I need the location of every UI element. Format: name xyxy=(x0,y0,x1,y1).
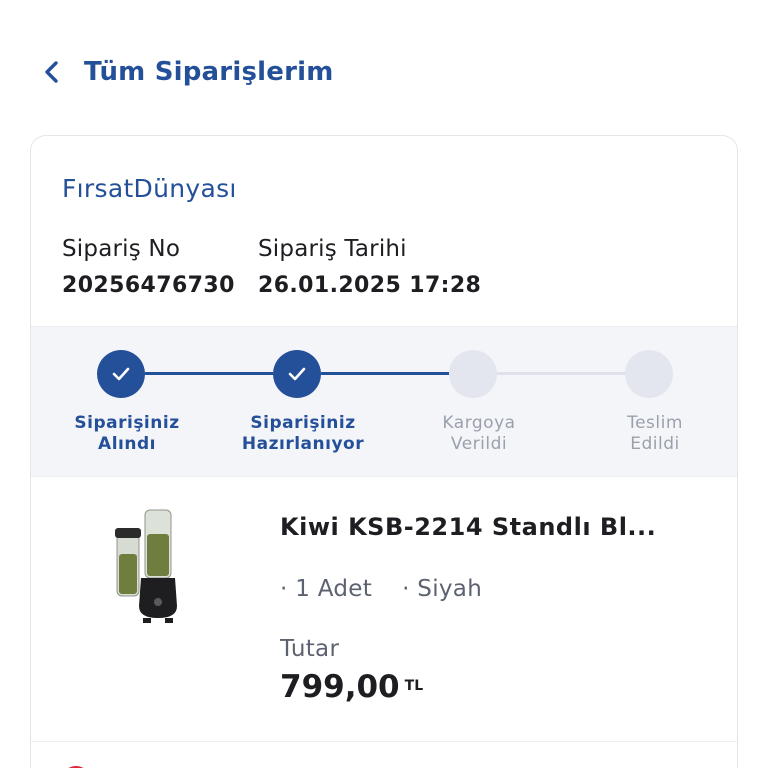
order-number-value: 20256476730 xyxy=(62,273,235,298)
step-preparing-check xyxy=(273,350,321,398)
chevron-left-icon[interactable] xyxy=(40,60,64,84)
order-number: Sipariş No 20256476730 xyxy=(62,236,235,298)
price-currency: TL xyxy=(404,678,424,694)
order-progress-tracker: Siparişiniz Alındı Siparişiniz Hazırlanı… xyxy=(31,326,737,477)
step-received-check xyxy=(97,350,145,398)
step-label-received: Siparişiniz Alındı xyxy=(74,413,180,454)
product-color: · Siyah xyxy=(402,576,483,602)
seller-name[interactable]: FırsatDünyası xyxy=(62,174,237,203)
step-shipped-circle xyxy=(449,350,497,398)
product-attributes: · 1 Adet · Siyah xyxy=(280,576,482,602)
check-icon xyxy=(288,367,306,381)
total-label: Tutar xyxy=(280,636,340,662)
check-icon xyxy=(112,367,130,381)
order-card[interactable]: FırsatDünyası Sipariş No 20256476730 Sip… xyxy=(30,135,738,768)
progress-line-pending xyxy=(497,372,625,375)
divider xyxy=(31,741,737,742)
step-label-preparing: Siparişiniz Hazırlanıyor xyxy=(241,413,365,454)
header: Tüm Siparişlerim xyxy=(40,50,334,94)
step-label-delivered: Teslim Edildi xyxy=(627,413,683,454)
order-date: Sipariş Tarihi 26.01.2025 17:28 xyxy=(258,236,481,298)
product-title[interactable]: Kiwi KSB-2214 Standlı Bl... xyxy=(280,513,656,541)
page-title: Tüm Siparişlerim xyxy=(84,57,334,87)
step-delivered-circle xyxy=(625,350,673,398)
step-label-shipped: Kargoya Verildi xyxy=(442,413,516,454)
product-quantity: · 1 Adet xyxy=(280,576,373,602)
order-date-value: 26.01.2025 17:28 xyxy=(258,273,482,298)
price-value: 799,00 xyxy=(280,669,400,705)
order-date-label: Sipariş Tarihi xyxy=(258,236,407,262)
progress-line-done xyxy=(321,372,449,375)
product-image[interactable] xyxy=(105,506,195,626)
progress-line-done xyxy=(145,372,273,375)
order-number-label: Sipariş No xyxy=(62,236,181,262)
product-price: 799,00 TL xyxy=(280,669,423,705)
